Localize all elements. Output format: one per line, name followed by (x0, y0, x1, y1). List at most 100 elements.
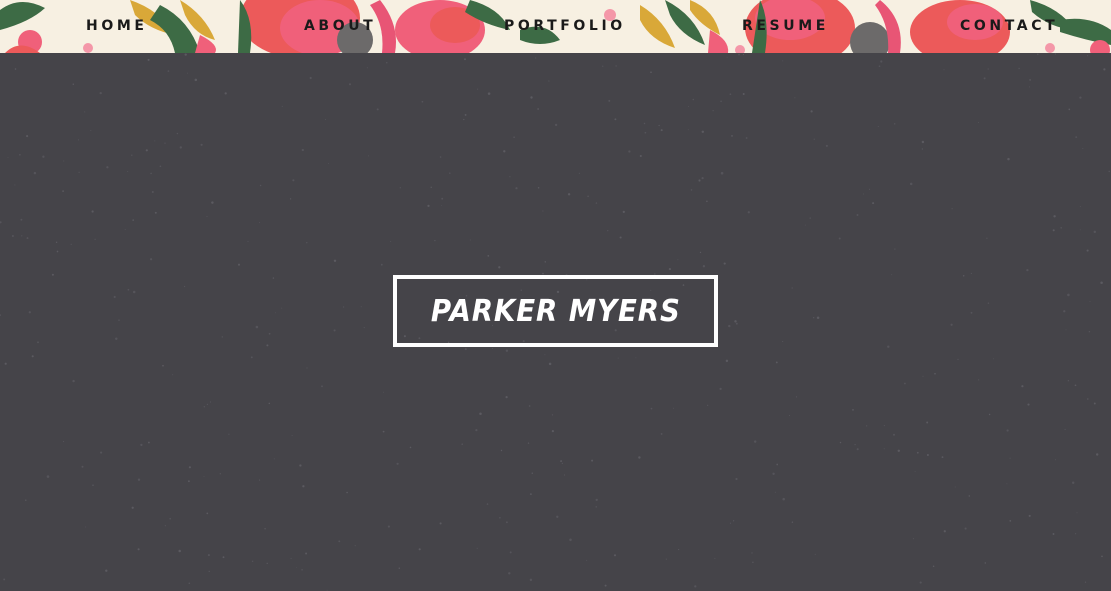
speckle (719, 387, 722, 391)
speckle (530, 96, 533, 99)
speckle (25, 499, 27, 501)
speckle (745, 137, 748, 139)
nav-link-home[interactable]: HOME (86, 17, 148, 35)
speckle (635, 357, 637, 359)
speckle (505, 521, 508, 524)
nav-link-portfolio[interactable]: PORTFOLIO (504, 17, 626, 35)
speckle (228, 433, 230, 435)
speckle (613, 554, 617, 557)
speckle (113, 295, 116, 299)
speckle (463, 118, 465, 121)
speckle (90, 129, 92, 131)
speckle (206, 512, 209, 515)
speckle (499, 517, 501, 519)
speckle (1067, 293, 1070, 297)
speckle (398, 567, 401, 569)
speckle (1063, 310, 1066, 313)
speckle (439, 522, 442, 525)
speckle (1037, 53, 1039, 56)
speckle (912, 538, 914, 540)
speckle (1101, 555, 1103, 558)
speckle (1054, 53, 1057, 55)
speckle (984, 562, 987, 564)
speckle (346, 491, 348, 494)
speckle (281, 105, 283, 107)
speckle (1055, 459, 1057, 461)
floral-header-banner: HOME ABOUT PORTFOLIO RESUME CONTACT (0, 0, 1111, 53)
speckle (775, 361, 778, 364)
speckle (698, 179, 701, 182)
speckle (729, 522, 732, 524)
speckle (430, 186, 432, 188)
speckle (72, 83, 75, 86)
speckle (1007, 157, 1010, 161)
speckle (772, 472, 775, 475)
speckle (11, 234, 14, 238)
speckle (988, 413, 991, 416)
nav-link-resume[interactable]: RESUME (742, 17, 829, 35)
speckle (237, 263, 241, 266)
speckle (1052, 229, 1055, 232)
speckle (735, 477, 738, 481)
speckle (291, 435, 293, 436)
speckle (866, 425, 868, 427)
speckle (56, 250, 59, 253)
nav-link-about[interactable]: ABOUT (304, 17, 376, 35)
speckle (272, 277, 275, 279)
speckle (813, 317, 815, 319)
speckle (943, 69, 945, 71)
speckle (729, 93, 732, 96)
speckle (147, 58, 150, 61)
speckle (569, 538, 572, 542)
speckle (978, 122, 980, 123)
speckle (491, 348, 493, 350)
speckle (42, 155, 45, 158)
speckle (702, 265, 706, 268)
speckle (774, 491, 776, 493)
speckle (487, 92, 491, 95)
speckle (970, 272, 972, 274)
speckle (380, 263, 383, 266)
speckle (880, 60, 883, 63)
speckle (150, 172, 152, 175)
speckle (266, 344, 269, 347)
speckle (498, 266, 501, 269)
speckle (527, 442, 530, 444)
speckle (84, 111, 86, 113)
speckle (55, 241, 58, 244)
speckle (0, 221, 2, 224)
speckle (987, 68, 989, 70)
speckle (145, 149, 148, 152)
speckle (1074, 533, 1077, 535)
speckle (950, 323, 953, 326)
speckle (382, 430, 385, 433)
speckle (479, 412, 482, 416)
speckle (548, 80, 550, 82)
speckle (409, 446, 412, 449)
speckle (650, 71, 652, 74)
speckle (1027, 403, 1030, 406)
speckle (169, 517, 171, 520)
speckle (856, 448, 859, 451)
speckle (707, 404, 709, 406)
speckle (131, 506, 134, 509)
speckle (309, 76, 312, 80)
speckle (725, 359, 729, 363)
speckle (839, 441, 842, 444)
speckle (537, 108, 539, 110)
speckle (968, 495, 971, 497)
speckle (852, 409, 854, 411)
speckle (4, 362, 7, 365)
nav-link-contact[interactable]: CONTACT (960, 17, 1058, 35)
speckle (264, 527, 266, 530)
speckle (368, 155, 370, 157)
speckle (978, 379, 980, 381)
speckle (206, 403, 209, 406)
speckle (986, 237, 988, 239)
speckle (299, 464, 302, 467)
speckle (638, 456, 641, 459)
speckle (221, 336, 223, 338)
speckle (921, 148, 924, 150)
speckle (752, 561, 754, 563)
speckle (327, 163, 329, 164)
